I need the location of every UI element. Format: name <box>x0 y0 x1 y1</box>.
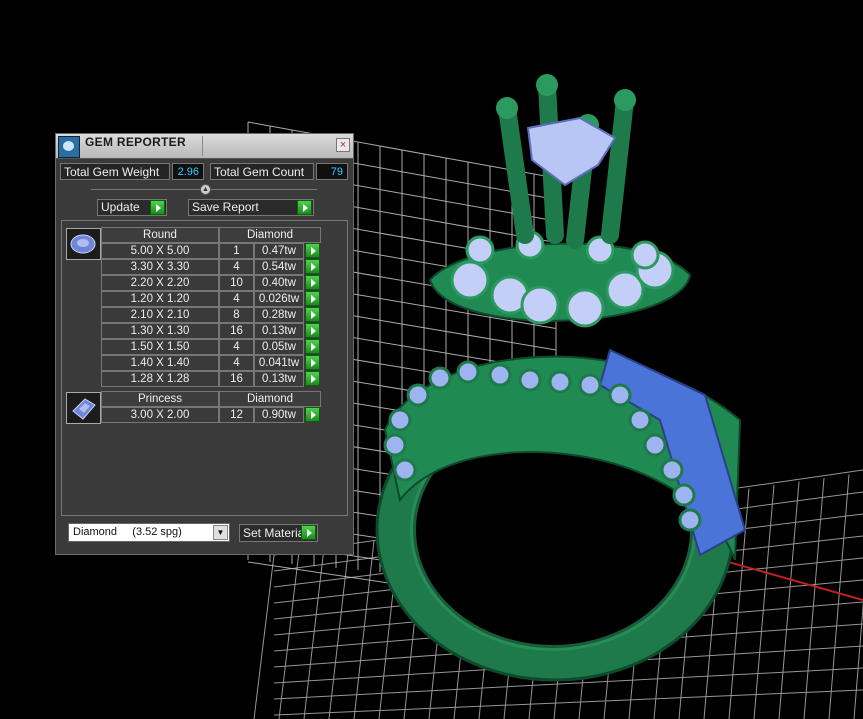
update-button-label: Update <box>101 200 140 214</box>
round-gem-icon <box>66 228 101 260</box>
row-select-go-icon[interactable] <box>305 371 320 386</box>
gem-shape-header: Round <box>101 227 219 243</box>
gem-size-cell: 3.00 X 2.00 <box>101 407 219 423</box>
gem-size-cell: 2.10 X 2.10 <box>101 307 219 323</box>
row-select-go-icon[interactable] <box>305 355 320 370</box>
gem-count-cell: 4 <box>219 291 254 307</box>
gem-reporter-app-icon <box>58 136 80 158</box>
row-select-go-icon[interactable] <box>305 291 320 306</box>
save-report-go-icon[interactable] <box>297 200 312 215</box>
panel-title: GEM REPORTER <box>85 135 186 149</box>
gem-count-cell: 4 <box>219 355 254 371</box>
row-select-go-icon[interactable] <box>305 339 320 354</box>
gem-size-cell: 1.30 X 1.30 <box>101 323 219 339</box>
total-gem-weight-value: 2.96 <box>172 163 204 180</box>
gem-size-cell: 1.20 X 1.20 <box>101 291 219 307</box>
gem-count-cell: 8 <box>219 307 254 323</box>
row-select-go-icon[interactable] <box>305 323 320 338</box>
gem-size-cell: 5.00 X 5.00 <box>101 243 219 259</box>
panel-titlebar[interactable]: GEM REPORTER × <box>56 134 353 159</box>
gem-size-cell: 3.30 X 3.30 <box>101 259 219 275</box>
gem-weight-cell: 0.90tw <box>254 407 304 423</box>
gem-size-cell: 2.20 X 2.20 <box>101 275 219 291</box>
gem-weight-cell: 0.041tw <box>254 355 304 371</box>
gem-reporter-panel: GEM REPORTER × Total Gem Weight 2.96 Tot… <box>55 133 354 555</box>
gem-weight-cell: 0.13tw <box>254 371 304 387</box>
total-gem-weight-label: Total Gem Weight <box>60 163 170 180</box>
gem-weight-cell: 0.28tw <box>254 307 304 323</box>
gem-weight-cell: 0.05tw <box>254 339 304 355</box>
gem-size-cell: 1.28 X 1.28 <box>101 371 219 387</box>
update-go-icon[interactable] <box>150 200 165 215</box>
save-report-button[interactable]: Save Report <box>188 199 314 216</box>
row-select-go-icon[interactable] <box>305 407 320 422</box>
gem-size-cell: 1.40 X 1.40 <box>101 355 219 371</box>
gem-weight-cell: 0.026tw <box>254 291 304 307</box>
close-button[interactable]: × <box>336 138 350 152</box>
row-select-go-icon[interactable] <box>305 275 320 290</box>
row-select-go-icon[interactable] <box>305 307 320 322</box>
gem-count-cell: 16 <box>219 371 254 387</box>
set-material-button[interactable]: Set Material <box>239 524 318 542</box>
gem-weight-cell: 0.47tw <box>254 243 304 259</box>
row-select-go-icon[interactable] <box>305 259 320 274</box>
gem-count-cell: 1 <box>219 243 254 259</box>
material-select-value: Diamond (3.52 spg) <box>73 526 182 538</box>
update-button[interactable]: Update <box>97 199 167 216</box>
gem-weight-cell: 0.54tw <box>254 259 304 275</box>
save-report-button-label: Save Report <box>192 200 259 214</box>
total-gem-count-label: Total Gem Count <box>210 163 314 180</box>
gem-count-cell: 4 <box>219 339 254 355</box>
total-gem-count-value: 79 <box>316 163 348 180</box>
row-select-go-icon[interactable] <box>305 243 320 258</box>
gem-weight-cell: 0.13tw <box>254 323 304 339</box>
gem-count-cell: 10 <box>219 275 254 291</box>
gem-material-header: Diamond <box>219 227 321 243</box>
gem-count-cell: 12 <box>219 407 254 423</box>
dropdown-arrow-icon[interactable]: ▼ <box>213 525 228 540</box>
gem-size-cell: 1.50 X 1.50 <box>101 339 219 355</box>
gem-list: Round Diamond 5.00 X 5.00 1 0.47tw 3.30 X 3.3… <box>61 220 348 516</box>
collapse-toggle-icon[interactable]: ▲ <box>200 184 211 195</box>
set-material-button-label: Set Material <box>243 526 308 540</box>
gem-count-cell: 4 <box>219 259 254 275</box>
gem-shape-header: Princess <box>101 391 219 407</box>
gem-weight-cell: 0.40tw <box>254 275 304 291</box>
titlebar-divider <box>202 136 203 156</box>
set-material-go-icon[interactable] <box>301 525 316 540</box>
gem-material-header: Diamond <box>219 391 321 407</box>
material-select[interactable]: Diamond (3.52 spg) ▼ <box>68 523 230 542</box>
princess-gem-icon <box>66 392 101 424</box>
gem-count-cell: 16 <box>219 323 254 339</box>
